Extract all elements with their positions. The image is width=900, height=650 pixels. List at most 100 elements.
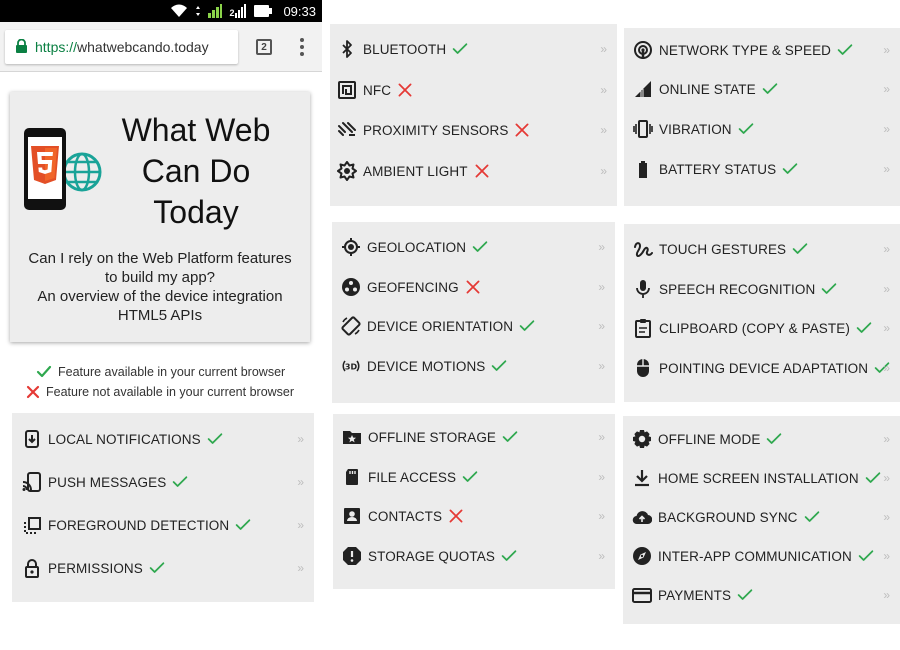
feature-item-proximity-sensors[interactable]: PROXIMITY SENSORS » — [330, 110, 617, 150]
light-icon-glyph — [337, 161, 357, 181]
feature-item-permissions[interactable]: PERMISSIONS » — [12, 548, 314, 588]
compass-icon — [632, 546, 652, 566]
feature-label: DEVICE ORIENTATION — [367, 318, 514, 334]
feature-label: PROXIMITY SENSORS — [363, 122, 509, 138]
light-icon — [337, 161, 357, 181]
feature-item-foreground-detection[interactable]: FOREGROUND DETECTION » — [12, 505, 314, 545]
chevron-right-icon: » — [883, 549, 890, 563]
notification-icon — [22, 429, 42, 449]
feature-item-touch-gestures[interactable]: TOUCH GESTURES » — [624, 229, 900, 269]
feature-item-ambient-light[interactable]: AMBIENT LIGHT » — [330, 151, 617, 191]
feature-item-device-motions[interactable]: 3D DEVICE MOTIONS » — [332, 346, 615, 386]
browser-toolbar: https://whatwebcando.today 2 — [0, 22, 322, 72]
feature-item-inter-app-communication[interactable]: INTER-APP COMMUNICATION » — [623, 536, 900, 576]
feature-label: OFFLINE STORAGE — [368, 429, 497, 445]
chevron-right-icon: » — [883, 43, 890, 57]
compass-icon-glyph — [633, 547, 651, 565]
signal-icon — [633, 79, 653, 99]
contact-icon-glyph — [344, 508, 360, 524]
chevron-right-icon: » — [598, 240, 605, 254]
mic-icon-glyph — [636, 280, 650, 298]
wifi-icon — [170, 4, 188, 18]
chevron-right-icon: » — [600, 164, 607, 178]
signal-strength-icon — [208, 4, 223, 18]
folder-star-icon-glyph — [343, 431, 361, 444]
feature-item-offline-mode[interactable]: OFFLINE MODE » — [623, 419, 900, 459]
chevron-right-icon: » — [883, 242, 890, 256]
feature-item-push-messages[interactable]: PUSH MESSAGES » — [12, 462, 314, 502]
feature-label: BACKGROUND SYNC — [658, 509, 798, 525]
feature-label: INTER-APP COMMUNICATION — [658, 548, 852, 564]
feature-card-storage: OFFLINE STORAGE» FILE ACCESS» CONTACTS» STO… — [333, 414, 615, 589]
bluetooth-icon-glyph — [342, 40, 352, 58]
feature-item-online-state[interactable]: ONLINE STATE » — [624, 69, 900, 109]
check-icon — [762, 83, 777, 94]
battery-status-icon — [254, 5, 273, 17]
proximity-icon-glyph — [338, 122, 356, 136]
tab-switcher-button[interactable]: 2 — [256, 39, 272, 55]
feature-item-storage-quotas[interactable]: STORAGE QUOTAS » — [333, 536, 615, 576]
feature-item-vibration[interactable]: VIBRATION » — [624, 109, 900, 149]
feature-label: DEVICE MOTIONS — [367, 358, 486, 374]
sim-label: 2 — [229, 8, 235, 18]
feature-label: HOME SCREEN INSTALLATION — [658, 470, 859, 486]
legend-available: Feature available in your current browse… — [18, 362, 308, 382]
chevron-right-icon: » — [297, 518, 304, 532]
feature-item-pointing-device-adaptation[interactable]: POINTING DEVICE ADAPTATION » — [624, 348, 900, 388]
check-icon — [207, 433, 222, 444]
cross-icon — [26, 385, 40, 399]
check-icon — [737, 589, 753, 600]
feature-label: AMBIENT LIGHT — [363, 163, 468, 179]
feature-item-home-screen-installation[interactable]: HOME SCREEN INSTALLATION » — [623, 458, 900, 498]
check-icon — [501, 550, 517, 561]
settings-icon — [632, 429, 652, 449]
chevron-right-icon: » — [297, 561, 304, 575]
check-icon — [502, 431, 518, 442]
mouse-icon-glyph — [637, 359, 649, 377]
chevron-right-icon: » — [598, 319, 605, 333]
check-icon — [792, 243, 808, 254]
chevron-right-icon: » — [883, 122, 890, 136]
feature-item-contacts[interactable]: CONTACTS » — [333, 496, 615, 536]
feature-item-local-notifications[interactable]: LOCAL NOTIFICATIONS » — [12, 419, 314, 459]
feature-item-geolocation[interactable]: GEOLOCATION » — [332, 227, 615, 267]
foreground-icon-glyph — [24, 517, 41, 534]
description-line: to build my app? — [104, 269, 216, 286]
feature-item-background-sync[interactable]: BACKGROUND SYNC » — [623, 497, 900, 537]
proximity-icon — [337, 120, 357, 140]
feature-item-speech-recognition[interactable]: SPEECH RECOGNITION » — [624, 269, 900, 309]
feature-label: POINTING DEVICE ADAPTATION — [659, 360, 869, 376]
cross-icon — [449, 509, 463, 523]
chevron-right-icon: » — [883, 162, 890, 176]
check-icon — [452, 43, 468, 54]
sim2-signal-icon: 2 — [229, 4, 247, 18]
gesture-icon — [633, 239, 653, 259]
orientation-icon — [341, 316, 361, 336]
nfc-icon-glyph — [338, 81, 356, 99]
push-message-icon-glyph — [22, 472, 41, 492]
feature-item-offline-storage[interactable]: OFFLINE STORAGE » — [333, 417, 615, 457]
mouse-icon — [633, 358, 653, 378]
url-scheme: https:// — [35, 39, 78, 55]
feature-item-bluetooth[interactable]: BLUETOOTH » — [330, 29, 617, 69]
feature-label: STORAGE QUOTAS — [368, 548, 495, 564]
feature-item-network-type-speed[interactable]: NETWORK TYPE & SPEED » — [624, 30, 900, 70]
feature-item-nfc[interactable]: NFC » — [330, 70, 617, 110]
feature-item-geofencing[interactable]: GEOFENCING » — [332, 267, 615, 307]
geolocation-icon-glyph — [342, 238, 360, 256]
feature-item-battery-status[interactable]: BATTERY STATUS » — [624, 149, 900, 189]
overflow-menu-button[interactable] — [299, 38, 305, 56]
contact-icon — [342, 506, 362, 526]
address-bar[interactable]: https://whatwebcando.today — [5, 30, 238, 64]
geolocation-icon — [341, 237, 361, 257]
chevron-right-icon: » — [883, 282, 890, 296]
check-icon — [782, 163, 798, 174]
feature-item-file-access[interactable]: FILE ACCESS » — [333, 457, 615, 497]
clipboard-icon-glyph — [635, 319, 651, 338]
check-icon — [856, 322, 872, 333]
motion-3d-icon-glyph: 3D — [342, 360, 360, 372]
feature-item-device-orientation[interactable]: DEVICE ORIENTATION » — [332, 306, 615, 346]
feature-item-clipboard-copy-paste[interactable]: CLIPBOARD (COPY & PASTE) » — [624, 308, 900, 348]
feature-label: ONLINE STATE — [659, 81, 756, 97]
feature-item-payments[interactable]: PAYMENTS » — [623, 575, 900, 615]
